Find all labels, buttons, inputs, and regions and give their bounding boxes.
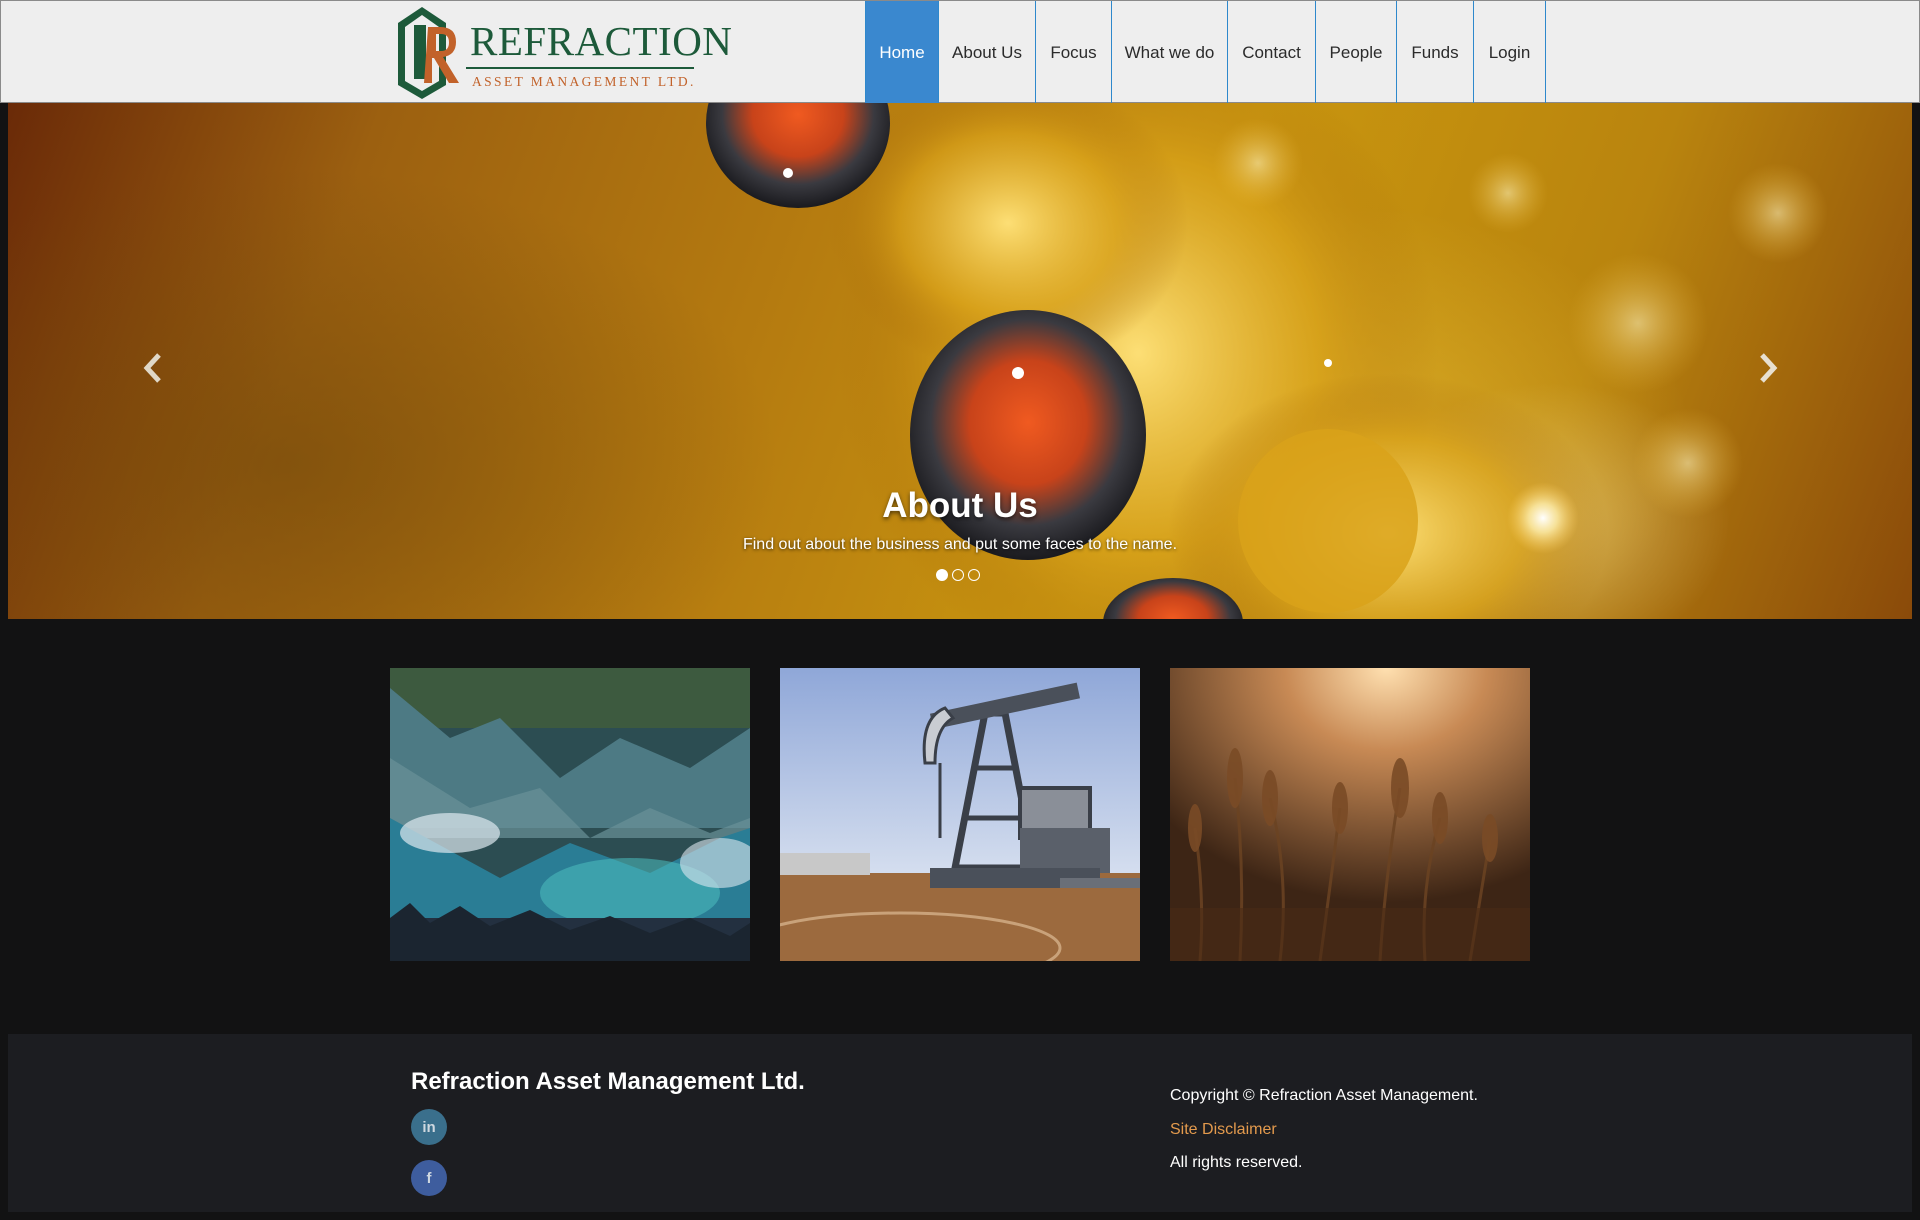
logo-mark-icon <box>398 7 459 99</box>
facebook-icon: f <box>426 1169 432 1187</box>
nav-focus[interactable]: Focus <box>1036 1 1112 104</box>
hero-carousel: About Us Find out about the business and… <box>8 103 1912 619</box>
chevron-left-icon <box>143 353 161 383</box>
footer-company-name: Refraction Asset Management Ltd. <box>411 1068 805 1095</box>
carousel-prev-button[interactable] <box>133 348 173 388</box>
site-logo[interactable]: REFRACTION ASSET MANAGEMENT LTD. <box>394 5 732 99</box>
page: REFRACTION ASSET MANAGEMENT LTD. Home Ab… <box>0 0 1920 1220</box>
carousel-dot-2[interactable] <box>952 569 964 581</box>
oil-pumpjack-image <box>780 668 1140 961</box>
linkedin-icon: in <box>422 1118 436 1136</box>
thumbnail-mountain-lake[interactable] <box>390 668 750 961</box>
carousel-next-button[interactable] <box>1748 348 1788 388</box>
carousel-dot-3[interactable] <box>968 569 980 581</box>
hero-caption: Find out about the business and put some… <box>742 536 1178 553</box>
nav-about-us[interactable]: About Us <box>939 1 1036 104</box>
nav-what-we-do[interactable]: What we do <box>1112 1 1228 104</box>
carousel-dot-1[interactable] <box>936 569 948 581</box>
nav-contact[interactable]: Contact <box>1228 1 1316 104</box>
site-footer: Refraction Asset Management Ltd. in f Co… <box>8 1034 1912 1212</box>
site-disclaimer-link[interactable]: Site Disclaimer <box>1170 1121 1277 1139</box>
site-header: REFRACTION ASSET MANAGEMENT LTD. Home Ab… <box>0 0 1920 104</box>
facebook-button[interactable]: f <box>411 1160 447 1196</box>
footer-rights: All rights reserved. <box>1170 1154 1303 1171</box>
mountain-lake-image <box>390 668 750 961</box>
logo-divider <box>466 67 694 69</box>
chevron-right-icon <box>1760 353 1778 383</box>
logo-name: REFRACTION <box>470 18 733 64</box>
main-nav: Home About Us Focus What we do Contact P… <box>865 1 1546 104</box>
carousel-indicators <box>936 569 980 581</box>
logo-subtitle: ASSET MANAGEMENT LTD. <box>472 74 696 89</box>
nav-home[interactable]: Home <box>865 1 939 104</box>
thumbnail-wheat-field[interactable] <box>1170 668 1530 961</box>
footer-copyright: Copyright © Refraction Asset Management. <box>1170 1087 1478 1104</box>
nav-people[interactable]: People <box>1316 1 1397 104</box>
linkedin-button[interactable]: in <box>411 1109 447 1145</box>
nav-login[interactable]: Login <box>1474 1 1546 104</box>
wheat-field-image <box>1170 668 1530 961</box>
thumbnail-oil-pumpjack[interactable] <box>780 668 1140 961</box>
hero-title: About Us <box>882 486 1038 525</box>
nav-funds[interactable]: Funds <box>1397 1 1474 104</box>
